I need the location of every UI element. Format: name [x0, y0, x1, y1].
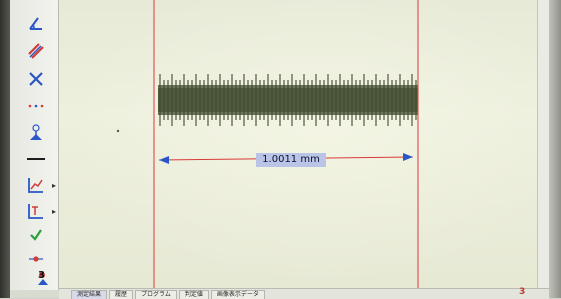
measurement-overlay	[116, 0, 419, 288]
sample-number: 3	[38, 270, 45, 281]
page-number: 3	[519, 287, 526, 297]
measurement-canvas[interactable]	[59, 0, 537, 288]
monitor-bezel-right	[549, 0, 561, 298]
dimension-arrow-left	[159, 156, 169, 164]
ruler-tool-icon[interactable]: ▸	[24, 200, 56, 222]
cursor-dot	[116, 129, 120, 133]
point-tool-icon[interactable]	[24, 248, 48, 270]
bottom-tabs: 測定結果 履歴 プログラム 判定値 画像表示データ	[59, 288, 549, 299]
parallel-lines-tool-icon[interactable]	[24, 40, 48, 62]
dotted-line-tool-icon[interactable]	[24, 95, 48, 117]
dimension-arrow-right	[403, 153, 413, 161]
specimen-image	[158, 74, 418, 126]
perpendicular-tool-icon[interactable]	[24, 122, 48, 144]
cross-point-tool-icon[interactable]	[24, 68, 48, 90]
measurement-toolbar: ▸ ▸	[10, 0, 59, 290]
line-tool-icon[interactable]	[24, 148, 48, 170]
graph-tool-icon[interactable]: ▸	[24, 174, 56, 196]
monitor-bezel	[0, 0, 10, 298]
measurement-value-label: 1.0011 mm	[256, 153, 326, 167]
angle-tool-icon[interactable]	[24, 12, 48, 34]
check-icon[interactable]	[24, 224, 48, 246]
